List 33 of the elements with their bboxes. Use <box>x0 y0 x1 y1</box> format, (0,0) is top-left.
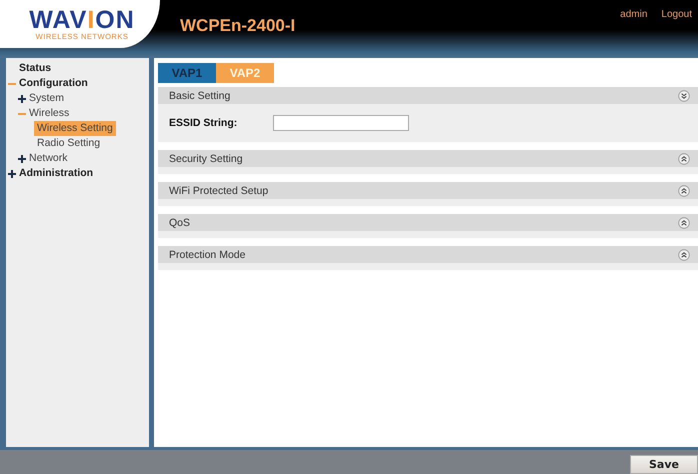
nav-item[interactable]: Radio Setting <box>34 136 104 151</box>
section-header[interactable]: QoS <box>158 214 698 231</box>
plus-icon[interactable] <box>8 170 16 178</box>
product-name: WCPEn-2400-I <box>180 16 296 37</box>
section-title: Basic Setting <box>169 90 230 102</box>
nav-item[interactable]: Wireless Setting <box>34 121 116 136</box>
section-header[interactable]: WiFi Protected Setup <box>158 182 698 199</box>
expand-icon[interactable] <box>678 184 690 196</box>
nav-item[interactable]: Wireless <box>26 106 72 121</box>
section-header[interactable]: Basic Setting <box>158 87 698 104</box>
nav-item[interactable]: System <box>26 91 68 106</box>
section-title: Security Setting <box>169 152 243 164</box>
collapse-icon[interactable] <box>678 90 690 102</box>
logo: WAVION <box>29 8 135 32</box>
plus-icon[interactable] <box>18 94 26 102</box>
expand-icon[interactable] <box>678 216 690 228</box>
expand-icon[interactable] <box>678 152 690 164</box>
section-title: WiFi Protected Setup <box>169 184 268 196</box>
nav-item[interactable]: Network <box>26 151 71 166</box>
header-link[interactable]: admin <box>620 9 648 21</box>
header-link[interactable]: Logout <box>661 9 692 21</box>
field-label: ESSID String: <box>169 117 238 129</box>
nav-item[interactable]: Status <box>16 61 54 76</box>
plus-icon[interactable] <box>18 154 26 162</box>
section-header[interactable]: Security Setting <box>158 150 698 167</box>
nav-item[interactable]: Configuration <box>16 76 91 91</box>
section-header[interactable]: Protection Mode <box>158 246 698 263</box>
expand-icon[interactable] <box>678 248 690 260</box>
nav-item[interactable]: Administration <box>16 166 96 181</box>
section-title: Protection Mode <box>169 248 246 260</box>
section-title: QoS <box>169 216 190 228</box>
save-button[interactable]: Save <box>630 455 698 474</box>
input-field[interactable] <box>273 115 409 131</box>
